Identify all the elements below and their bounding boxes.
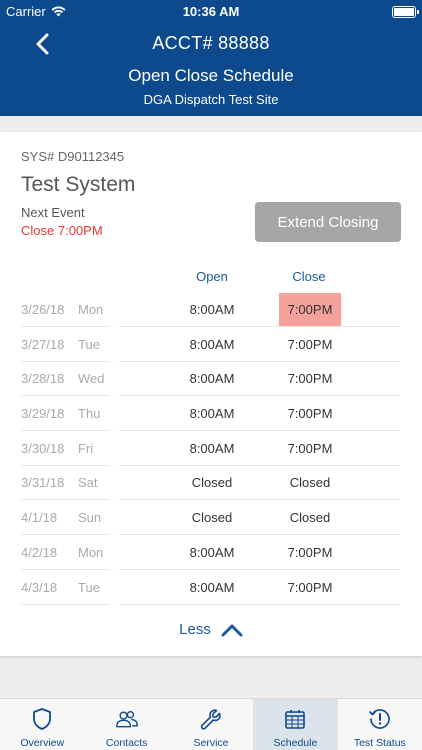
row-close-time: Closed [289, 510, 331, 526]
wrench-icon [199, 707, 223, 737]
clock-alert-icon [368, 707, 392, 737]
row-open-time: 8:00AM [189, 336, 235, 352]
next-event-label: Next Event [21, 205, 85, 220]
table-row: 3/31/18 Sat Closed Closed [0, 465, 422, 501]
table-row: 3/29/18 Thu 8:00AM 7:00PM [0, 396, 422, 432]
tab-schedule[interactable]: Schedule [253, 699, 338, 750]
row-date: 4/1/18 [21, 510, 58, 526]
column-header-close: Close [292, 269, 326, 284]
row-day: Sun [78, 510, 102, 526]
tab-service[interactable]: Service [169, 699, 253, 750]
row-date: 3/29/18 [21, 406, 65, 422]
table-row: 3/26/18 Mon 8:00AM 7:00PM [0, 292, 422, 327]
row-open-time: Closed [191, 475, 233, 491]
site-name: DGA Dispatch Test Site [143, 92, 279, 107]
less-toggle[interactable]: Less [0, 621, 422, 638]
row-date: 4/2/18 [21, 544, 58, 560]
row-close-time: 7:00PM [287, 371, 333, 387]
row-close-time: 7:00PM [287, 544, 333, 560]
row-open-time: 8:00AM [189, 406, 235, 422]
row-date: 3/30/18 [21, 440, 65, 456]
row-close-time: 7:00PM [279, 293, 341, 326]
row-day: Tue [78, 336, 100, 352]
next-event-value: Close 7:00PM [21, 223, 103, 238]
less-label: Less [179, 621, 211, 638]
row-date: 3/26/18 [21, 302, 65, 317]
row-day: Tue [78, 579, 100, 595]
shield-icon [30, 707, 54, 737]
system-name: Test System [21, 173, 136, 196]
row-open-time: 8:00AM [189, 579, 235, 595]
row-divider [119, 603, 400, 605]
table-row: 3/30/18 Fri 8:00AM 7:00PM [0, 431, 422, 466]
row-close-time: 7:00PM [287, 336, 333, 352]
tab-label: Overview [20, 737, 65, 749]
row-close-time: 7:00PM [287, 579, 333, 595]
row-close-time: 7:00PM [287, 406, 333, 422]
page-title: Open Close Schedule [128, 66, 294, 85]
row-date: 3/31/18 [21, 475, 65, 491]
table-row: 4/1/18 Sun Closed Closed [0, 500, 422, 536]
row-date: 3/27/18 [21, 336, 65, 352]
row-open-time: 8:00AM [189, 544, 235, 560]
row-close-time: Closed [289, 475, 331, 491]
chevron-up-icon [221, 624, 243, 636]
battery-icon [392, 6, 419, 18]
table-row: 4/3/18 Tue 8:00AM 7:00PM [0, 570, 422, 605]
row-day: Mon [78, 544, 104, 560]
tab-label: Schedule [273, 737, 318, 749]
row-close-time: 7:00PM [287, 440, 333, 456]
row-divider [21, 603, 109, 605]
row-date: 3/28/18 [21, 371, 65, 387]
status-bar: Carrier 10:36 AM [0, 0, 422, 24]
table-row: 3/28/18 Wed 8:00AM 7:00PM [0, 361, 422, 397]
row-day: Wed [78, 371, 105, 387]
row-day: Fri [78, 440, 94, 456]
contacts-icon [115, 707, 139, 737]
row-date: 4/3/18 [21, 579, 58, 595]
row-open-time: 8:00AM [189, 371, 235, 387]
row-day: Thu [78, 406, 101, 422]
row-open-time: 8:00AM [189, 440, 235, 456]
row-day: Sat [78, 475, 98, 491]
tab-bar: Overview Contacts Service Schedule Test Stat… [0, 698, 422, 750]
row-day: Mon [78, 302, 104, 317]
tab-contacts[interactable]: Contacts [84, 699, 168, 750]
row-open-time: 8:00AM [189, 302, 235, 317]
extend-closing-button[interactable]: Extend Closing [255, 202, 401, 242]
tab-test-status[interactable]: Test Status [338, 699, 422, 750]
column-header-open: Open [196, 269, 228, 284]
system-number: SYS# D90112345 [21, 149, 125, 164]
account-number: ACCT# 88888 [152, 33, 270, 53]
table-row: 3/27/18 Tue 8:00AM 7:00PM [0, 327, 422, 362]
schedule-table: 3/26/18 Mon 8:00AM 7:00PM 3/27/18 Tue 8:00AM 7:… [0, 292, 422, 605]
calendar-icon [283, 707, 307, 737]
app-header: Carrier 10:36 AM ACCT# 88888 Open Close … [0, 0, 422, 116]
tab-label: Contacts [105, 737, 148, 749]
tab-overview[interactable]: Overview [0, 699, 84, 750]
schedule-card: SYS# D90112345 Test System Next Event Cl… [0, 132, 422, 656]
tab-label: Service [193, 737, 229, 749]
status-time: 10:36 AM [182, 4, 240, 19]
row-open-time: Closed [191, 510, 233, 526]
table-row: 4/2/18 Mon 8:00AM 7:00PM [0, 535, 422, 570]
tab-label: Test Status [353, 737, 406, 749]
